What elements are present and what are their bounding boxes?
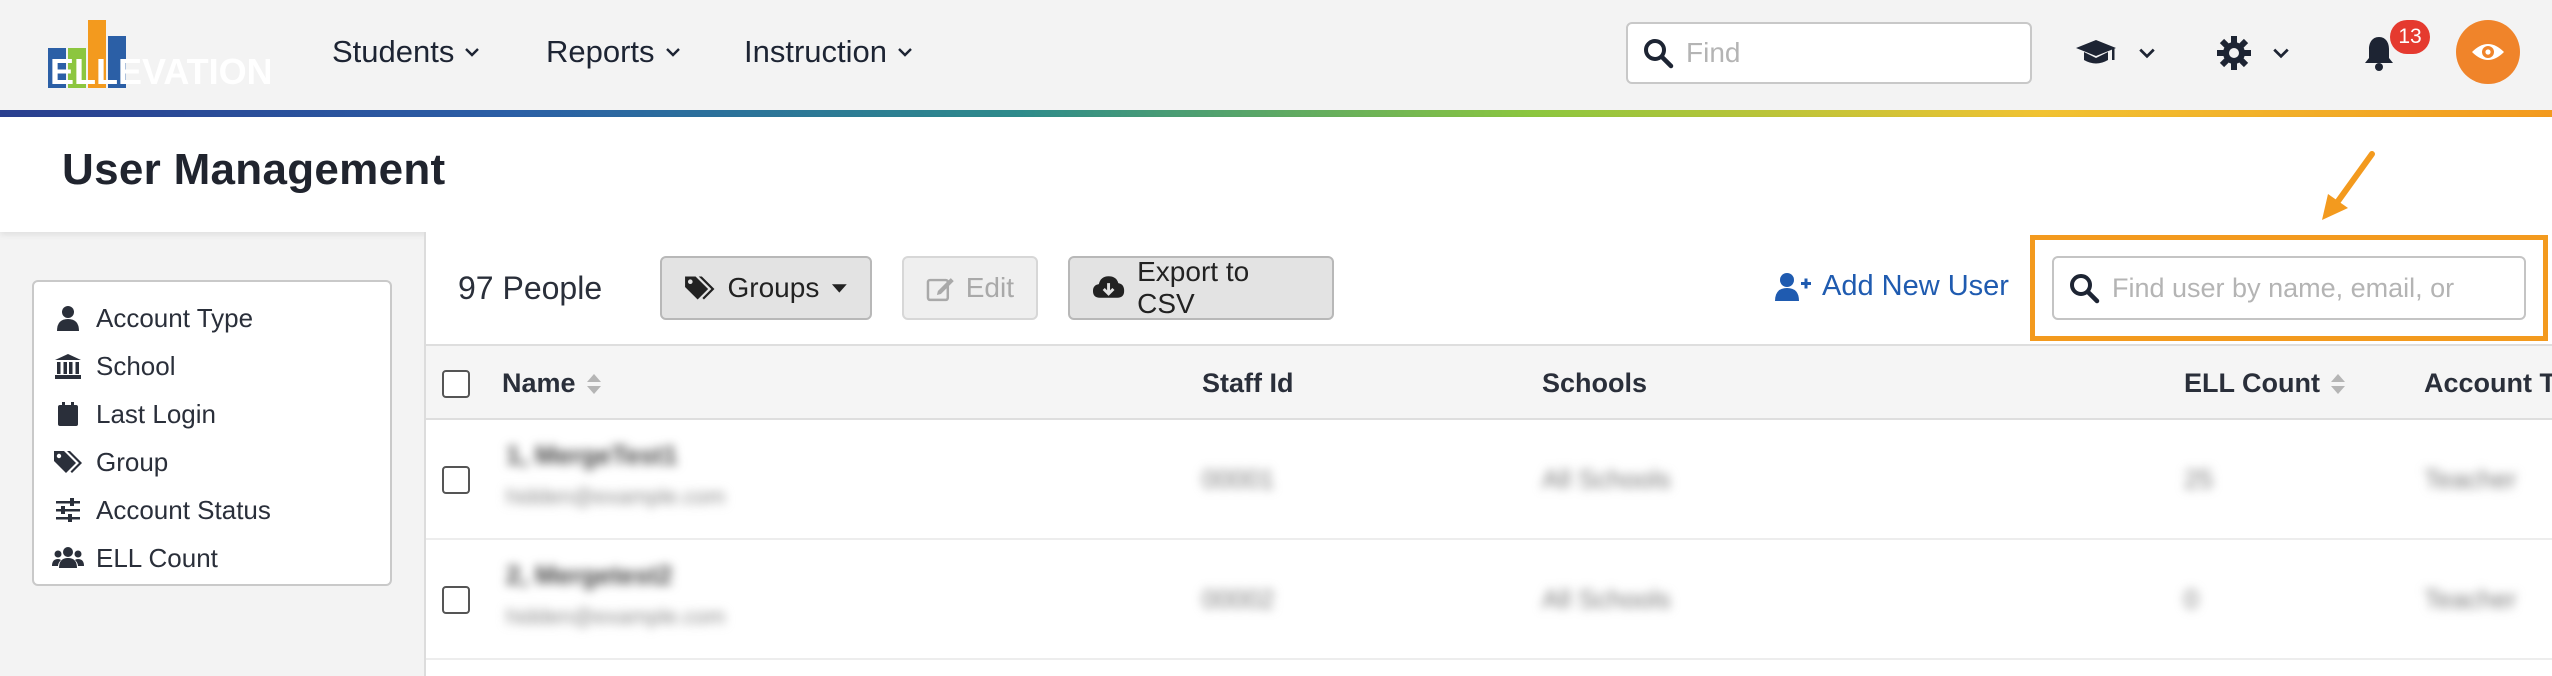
column-label: Name xyxy=(502,368,576,398)
filter-account-status[interactable]: Account Status xyxy=(34,486,390,534)
page-title: User Management xyxy=(62,145,446,194)
row-checkbox[interactable] xyxy=(442,586,470,614)
column-label: Account Type xyxy=(2424,368,2552,398)
eye-icon xyxy=(2472,44,2504,60)
column-header-staff-id: Staff Id xyxy=(1202,368,1294,399)
edit-button[interactable]: Edit xyxy=(902,256,1038,320)
staff-id: 00002 xyxy=(1202,584,1275,614)
export-csv-button[interactable]: Export to CSV xyxy=(1068,256,1334,320)
user-name[interactable]: 1, MergeTest1 xyxy=(506,440,677,471)
nav-reports-label: Reports xyxy=(546,34,655,69)
groups-dropdown-button[interactable]: Groups xyxy=(660,256,872,320)
tags-icon xyxy=(52,448,84,476)
filter-label: Last Login xyxy=(96,398,216,429)
select-all-checkbox[interactable] xyxy=(442,370,470,398)
user-search-input[interactable] xyxy=(2112,272,2522,304)
filter-label: Group xyxy=(96,446,169,477)
sort-icon xyxy=(586,373,601,394)
page-header: User Management xyxy=(0,117,2552,232)
notification-count-badge: 13 xyxy=(2390,20,2430,54)
account-type: Teacher xyxy=(2424,464,2517,494)
nav-students-label: Students xyxy=(332,34,455,69)
column-header-ell-count[interactable]: ELL Count xyxy=(2184,368,2346,399)
user-email: hidden@example.com xyxy=(506,484,726,509)
calendar-icon xyxy=(52,400,84,428)
caret-down-icon xyxy=(832,284,848,293)
graduation-cap-icon xyxy=(2076,40,2116,64)
cloud-download-icon xyxy=(1092,276,1125,298)
chevron-down-icon xyxy=(465,48,480,57)
column-header-account-type: Account Type xyxy=(2424,368,2552,399)
column-header-schools: Schools xyxy=(1542,368,1647,399)
user-plus-icon xyxy=(1775,272,1811,301)
user-name[interactable]: 2, Mergetest2 xyxy=(506,560,672,591)
brand-gradient-bar xyxy=(0,110,2552,117)
column-label: Staff Id xyxy=(1202,368,1294,398)
annotation-arrow-icon xyxy=(2322,151,2375,220)
user-search-field[interactable] xyxy=(2052,256,2526,320)
search-icon xyxy=(2070,274,2100,304)
users-content-area: 97 People Groups Edit Export to CSV Add … xyxy=(424,232,2552,676)
sort-icon xyxy=(2330,373,2345,394)
groups-button-label: Groups xyxy=(727,272,820,303)
filter-account-type[interactable]: Account Type xyxy=(34,294,390,342)
user-avatar-button[interactable] xyxy=(2456,20,2520,84)
tags-icon xyxy=(685,276,715,300)
people-count: 97 People xyxy=(458,270,603,306)
edit-icon xyxy=(926,278,954,302)
filter-school[interactable]: School xyxy=(34,342,390,390)
add-new-user-link[interactable]: Add New User xyxy=(1774,270,2009,303)
account-type: Teacher xyxy=(2424,584,2517,614)
gear-icon xyxy=(2217,36,2251,70)
filter-group[interactable]: Group xyxy=(34,438,390,486)
row-checkbox[interactable] xyxy=(442,466,470,494)
school-icon xyxy=(52,352,84,380)
nav-instruction-label: Instruction xyxy=(744,34,888,69)
user-email: hidden@example.com xyxy=(506,604,726,629)
users-icon xyxy=(52,544,84,572)
ell-count: 25 xyxy=(2184,464,2213,494)
filter-last-login[interactable]: Last Login xyxy=(34,390,390,438)
chevron-down-icon xyxy=(2273,48,2289,59)
nav-reports[interactable]: Reports xyxy=(546,30,681,74)
table-header: Name Staff Id Schools ELL Count Account … xyxy=(426,344,2552,420)
filter-label: Account Status xyxy=(96,494,271,525)
global-search[interactable] xyxy=(1626,22,2032,84)
filter-label: ELL Count xyxy=(96,542,218,573)
sliders-icon xyxy=(52,496,84,524)
user-icon xyxy=(52,304,84,332)
column-header-name[interactable]: Name xyxy=(502,368,602,399)
filter-panel: Account Type School Last Login Group Acc… xyxy=(32,280,392,586)
schools: All Schools xyxy=(1542,584,1671,614)
users-toolbar: 97 People Groups Edit Export to CSV Add … xyxy=(426,232,2552,344)
logo-text: ELLEVATION xyxy=(50,51,270,92)
filter-label: Account Type xyxy=(96,302,254,333)
column-label: Schools xyxy=(1542,368,1648,398)
ell-count: 0 xyxy=(2184,584,2199,614)
schools: All Schools xyxy=(1542,464,1671,494)
table-row[interactable]: 2, Mergetest2 hidden@example.com 00002 A… xyxy=(426,540,2552,660)
settings-menu-button[interactable] xyxy=(2216,28,2290,78)
table-row[interactable]: 1, MergeTest1 hidden@example.com 00001 A… xyxy=(426,420,2552,540)
export-button-label: Export to CSV xyxy=(1137,256,1250,319)
nav-instruction[interactable]: Instruction xyxy=(744,30,913,74)
add-user-label: Add New User xyxy=(1822,270,2009,302)
chevron-down-icon xyxy=(665,48,680,57)
filter-label: School xyxy=(96,350,176,381)
staff-id: 00001 xyxy=(1202,464,1275,494)
search-icon xyxy=(1644,39,1674,69)
chevron-down-icon xyxy=(2139,48,2155,59)
top-navigation-bar: ELLEVATION Students Reports Instruction xyxy=(0,0,2552,110)
edit-button-label: Edit xyxy=(965,272,1014,303)
filter-ell-count[interactable]: ELL Count xyxy=(34,534,390,582)
column-label: ELL Count xyxy=(2184,368,2320,398)
ellevation-logo[interactable]: ELLEVATION xyxy=(46,18,270,94)
chevron-down-icon xyxy=(898,48,912,57)
global-search-input[interactable] xyxy=(1686,37,2006,69)
programs-menu-button[interactable] xyxy=(2074,28,2156,78)
nav-students[interactable]: Students xyxy=(332,30,480,74)
